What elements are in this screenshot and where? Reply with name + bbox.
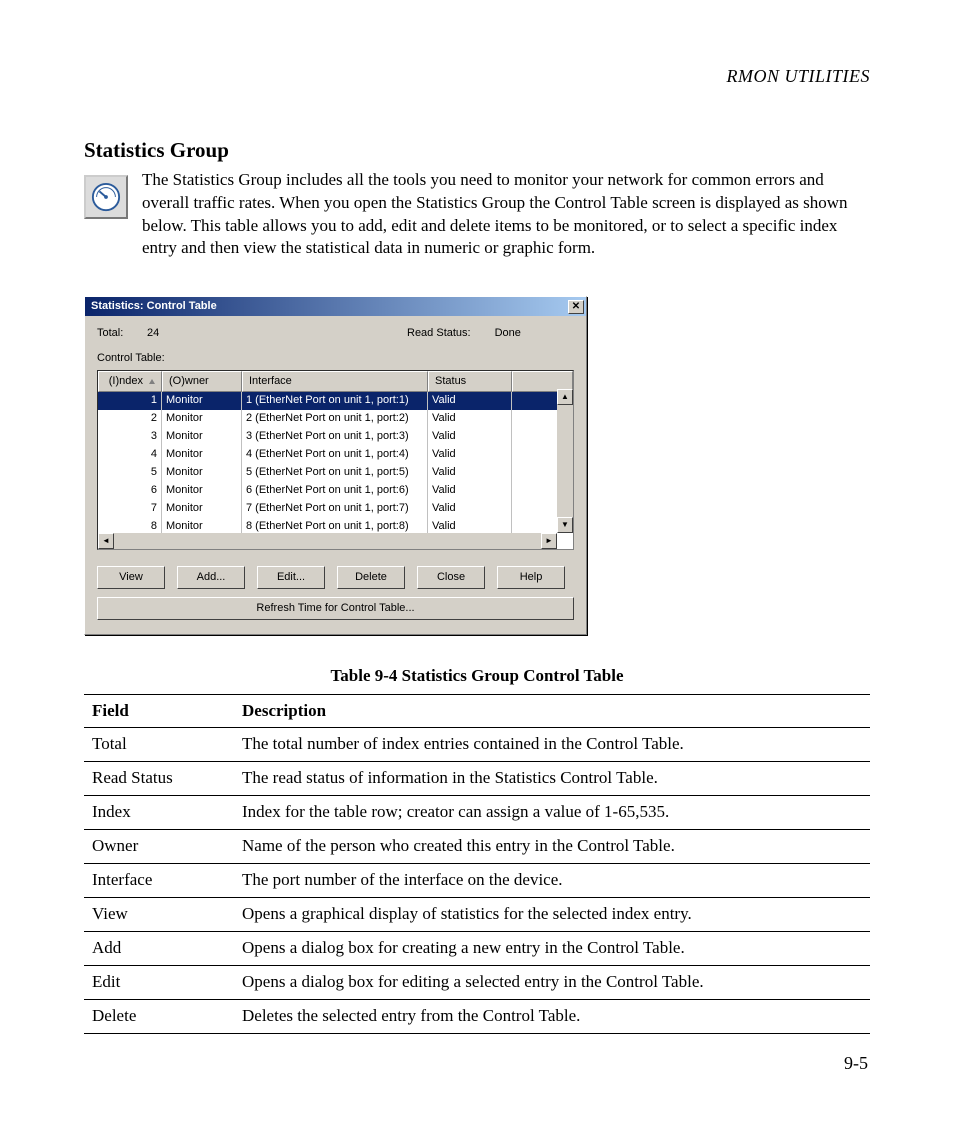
definition-table: Field Description TotalThe total number …	[84, 694, 870, 1034]
intro-block: The Statistics Group includes all the to…	[84, 169, 870, 261]
view-button[interactable]: View	[97, 566, 165, 589]
table-caption: Table 9-4 Statistics Group Control Table	[84, 665, 870, 688]
table-row[interactable]: 1Monitor1 (EtherNet Port on unit 1, port…	[98, 392, 573, 410]
definition-row: TotalThe total number of index entries c…	[84, 728, 870, 762]
total-label: Total:	[97, 326, 147, 341]
table-row[interactable]: 7Monitor7 (EtherNet Port on unit 1, port…	[98, 500, 573, 518]
running-header: RMON UTILITIES	[84, 64, 870, 88]
intro-text: The Statistics Group includes all the to…	[142, 169, 870, 261]
close-icon[interactable]: ✕	[568, 300, 584, 314]
definition-row: DeleteDeletes the selected entry from th…	[84, 999, 870, 1033]
definition-row: AddOpens a dialog box for creating a new…	[84, 932, 870, 966]
edit-button[interactable]: Edit...	[257, 566, 325, 589]
definition-row: EditOpens a dialog box for editing a sel…	[84, 966, 870, 1000]
add-button[interactable]: Add...	[177, 566, 245, 589]
header-index[interactable]: (I)ndex	[98, 371, 162, 392]
control-table-grid[interactable]: (I)ndex (O)wner Interface Status 1Monito…	[97, 370, 574, 550]
table-row[interactable]: 4Monitor4 (EtherNet Port on unit 1, port…	[98, 446, 573, 464]
sort-asc-icon	[149, 379, 155, 384]
control-table-dialog: Statistics: Control Table ✕ Total: 24 Re…	[84, 296, 587, 634]
read-status-value: Done	[495, 326, 521, 341]
header-status[interactable]: Status	[428, 371, 512, 392]
section-title: Statistics Group	[84, 136, 870, 164]
def-header-desc: Description	[234, 694, 870, 728]
table-row[interactable]: 2Monitor2 (EtherNet Port on unit 1, port…	[98, 410, 573, 428]
scroll-up-icon[interactable]: ▲	[557, 389, 573, 405]
scroll-down-icon[interactable]: ▼	[557, 517, 573, 533]
refresh-time-button[interactable]: Refresh Time for Control Table...	[97, 597, 574, 620]
table-row[interactable]: 8Monitor8 (EtherNet Port on unit 1, port…	[98, 518, 573, 534]
close-button[interactable]: Close	[417, 566, 485, 589]
header-owner[interactable]: (O)wner	[162, 371, 242, 392]
horizontal-scrollbar[interactable]: ◄ ►	[98, 533, 557, 549]
total-value: 24	[147, 326, 187, 341]
definition-row: InterfaceThe port number of the interfac…	[84, 864, 870, 898]
def-header-field: Field	[84, 694, 234, 728]
scroll-right-icon[interactable]: ►	[541, 533, 557, 549]
table-row[interactable]: 6Monitor6 (EtherNet Port on unit 1, port…	[98, 482, 573, 500]
read-status-label: Read Status:	[407, 326, 471, 341]
definition-row: IndexIndex for the table row; creator ca…	[84, 796, 870, 830]
page-number: 9-5	[844, 1051, 868, 1075]
control-table-label: Control Table:	[97, 351, 574, 366]
gauge-icon	[84, 175, 128, 219]
header-interface[interactable]: Interface	[242, 371, 428, 392]
scroll-left-icon[interactable]: ◄	[98, 533, 114, 549]
delete-button[interactable]: Delete	[337, 566, 405, 589]
table-row[interactable]: 3Monitor3 (EtherNet Port on unit 1, port…	[98, 428, 573, 446]
definition-row: OwnerName of the person who created this…	[84, 830, 870, 864]
vertical-scrollbar[interactable]: ▲ ▼	[557, 389, 573, 533]
help-button[interactable]: Help	[497, 566, 565, 589]
dialog-titlebar: Statistics: Control Table ✕	[85, 297, 586, 316]
definition-row: Read StatusThe read status of informatio…	[84, 762, 870, 796]
table-row[interactable]: 5Monitor5 (EtherNet Port on unit 1, port…	[98, 464, 573, 482]
definition-row: ViewOpens a graphical display of statist…	[84, 898, 870, 932]
dialog-title: Statistics: Control Table	[91, 299, 217, 314]
